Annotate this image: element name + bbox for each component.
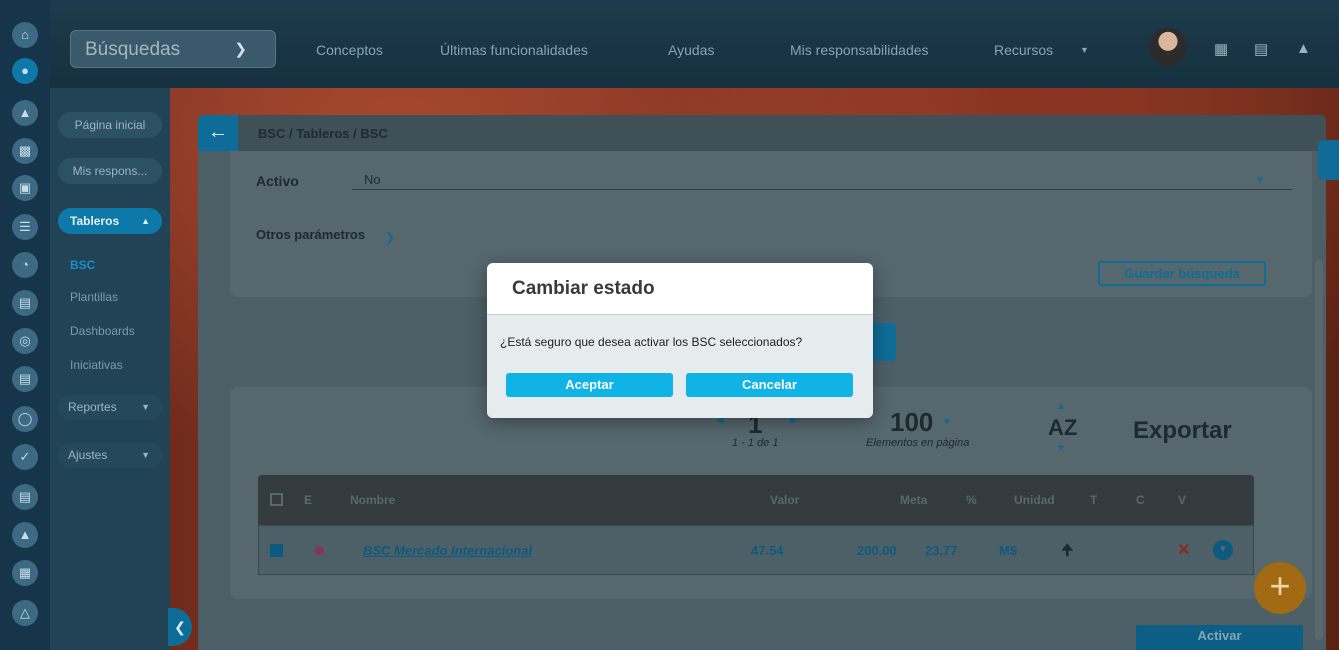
top-bar: Búsquedas ❯ Conceptos Últimas funcionali…: [0, 0, 1339, 88]
table-row[interactable]: BSC Mercado Internacional 47.54 200.00 2…: [258, 525, 1254, 575]
books-icon[interactable]: ▤: [12, 290, 38, 316]
guardar-busqueda-button[interactable]: Guardar búsqueda: [1098, 261, 1266, 286]
close-icon[interactable]: ✕: [1177, 540, 1190, 560]
dropdown-arrow-icon[interactable]: ▼: [1255, 175, 1265, 186]
network-icon[interactable]: △: [12, 600, 38, 626]
page-range: 1 - 1 de 1: [732, 437, 779, 449]
document-icon[interactable]: ▤: [12, 366, 38, 392]
activo-underline: [352, 189, 1292, 190]
back-arrow-icon[interactable]: ←: [198, 115, 238, 151]
sidebar-item-ajustes[interactable]: Ajustes ▼: [58, 442, 162, 468]
breadcrumb: BSC / Tableros / BSC: [258, 126, 388, 141]
sidebar-item-reportes[interactable]: Reportes ▼: [58, 394, 162, 420]
upload-icon[interactable]: ▲: [12, 100, 38, 126]
activar-button[interactable]: Activar: [1136, 625, 1303, 650]
chevron-down-icon: ❯: [234, 41, 247, 58]
breadcrumb-bar: ← BSC / Tableros / BSC: [198, 115, 1326, 151]
nav-ayudas[interactable]: Ayudas: [668, 42, 714, 58]
search-dropdown[interactable]: Búsquedas ❯: [70, 30, 276, 68]
dialog-title: Cambiar estado: [512, 278, 655, 299]
warning-icon[interactable]: ▲: [12, 522, 38, 548]
nav-conceptos[interactable]: Conceptos: [316, 42, 383, 58]
cancelar-button[interactable]: Cancelar: [686, 373, 853, 397]
sidebar-item-mis-responsabilidades[interactable]: Mis respons...: [58, 158, 162, 184]
bar-chart-icon[interactable]: ▩: [12, 138, 38, 164]
dialog-body: ¿Está seguro que desea activar los BSC s…: [487, 315, 873, 418]
calendar-icon[interactable]: ▦: [12, 560, 38, 586]
sidebar-link-plantillas[interactable]: Plantillas: [70, 290, 118, 304]
pie-chart-icon[interactable]: ◔: [12, 252, 38, 278]
chevron-up-icon: ▲: [141, 216, 150, 226]
sidebar: Página inicial Mis respons... Tableros ▲…: [50, 88, 170, 650]
column-pct[interactable]: %: [966, 493, 977, 507]
dropdown-arrow-icon[interactable]: ▼: [942, 417, 952, 428]
calendar-icon[interactable]: ▦: [1214, 40, 1228, 58]
chevron-down-icon: ▼: [141, 450, 150, 460]
cell-pct: 23.77: [925, 543, 958, 558]
column-meta[interactable]: Meta: [900, 493, 927, 507]
column-e: E: [304, 493, 313, 507]
status-dot: [315, 546, 324, 555]
column-v: V: [1178, 493, 1187, 507]
column-c: C: [1136, 493, 1145, 507]
cell-unidad: M$: [999, 543, 1018, 558]
sidebar-link-dashboards[interactable]: Dashboards: [70, 324, 135, 338]
recursos-chevron-icon[interactable]: ▼: [1080, 45, 1089, 55]
per-page-select[interactable]: 100: [890, 407, 933, 438]
nav-recursos[interactable]: Recursos: [994, 42, 1053, 58]
bell-icon[interactable]: ▲: [1296, 40, 1311, 57]
dialog-message: ¿Está seguro que desea activar los BSC s…: [500, 335, 803, 349]
scrollbar[interactable]: [1315, 260, 1323, 640]
target-icon[interactable]: ◎: [12, 328, 38, 354]
select-all-checkbox[interactable]: [270, 493, 283, 506]
trend-up-icon: 🠉: [1061, 542, 1074, 559]
otros-parametros-toggle[interactable]: Otros parámetros: [256, 227, 365, 242]
nav-mis-responsabilidades[interactable]: Mis responsabilidades: [790, 42, 929, 58]
row-checkbox[interactable]: [270, 544, 283, 557]
nav-ultimas-funcionalidades[interactable]: Últimas funcionalidades: [440, 42, 588, 58]
briefcase-icon[interactable]: ▤: [12, 484, 38, 510]
dialog-header: Cambiar estado: [487, 263, 873, 315]
cell-valor: 47.54: [751, 543, 784, 558]
results-card: ◀ 1 ▶ 1 - 1 de 1 100 ▼ Elementos en pági…: [230, 387, 1312, 599]
cycle-icon[interactable]: ◯: [12, 406, 38, 432]
sort-up-icon[interactable]: ▲: [1056, 401, 1066, 412]
sidebar-item-label: Ajustes: [68, 448, 108, 462]
check-icon[interactable]: ✓: [12, 444, 38, 470]
activo-select[interactable]: No: [364, 172, 381, 187]
sort-down-icon[interactable]: ▼: [1056, 443, 1066, 454]
per-page-label: Elementos en página: [866, 437, 970, 449]
search-label: Búsquedas: [85, 39, 181, 60]
sidebar-item-tableros[interactable]: Tableros ▲: [58, 208, 162, 234]
sidebar-link-bsc[interactable]: BSC: [70, 258, 95, 272]
aceptar-button[interactable]: Aceptar: [506, 373, 673, 397]
column-valor[interactable]: Valor: [770, 493, 799, 507]
add-fab-button[interactable]: +: [1254, 562, 1306, 614]
home-icon[interactable]: ⌂: [12, 22, 38, 48]
expand-chevron-icon[interactable]: ▼: [1213, 540, 1233, 560]
monitor-icon[interactable]: ▣: [12, 175, 38, 201]
sidebar-item-label: Reportes: [68, 400, 117, 414]
confirm-dialog: Cambiar estado ¿Está seguro que desea ac…: [487, 263, 873, 418]
column-nombre[interactable]: Nombre: [350, 493, 395, 507]
avatar[interactable]: [1149, 28, 1187, 66]
table-header: E Nombre Valor Meta % Unidad T C V: [258, 475, 1254, 525]
column-t: T: [1090, 493, 1098, 507]
chevron-down-icon[interactable]: ❯: [385, 230, 395, 244]
chevron-down-icon: ▼: [141, 402, 150, 412]
sidebar-link-iniciativas[interactable]: Iniciativas: [70, 358, 123, 372]
sidebar-item-pagina-inicial[interactable]: Página inicial: [58, 112, 162, 138]
sort-az-button[interactable]: AZ: [1048, 415, 1077, 441]
bsc-name-link[interactable]: BSC Mercado Internacional: [363, 543, 532, 558]
list-icon[interactable]: ☰: [12, 214, 38, 240]
books-icon[interactable]: ▤: [1254, 40, 1268, 58]
side-tab[interactable]: [1318, 140, 1339, 180]
trophy-icon[interactable]: ●: [12, 58, 38, 84]
column-unidad[interactable]: Unidad: [1014, 493, 1055, 507]
sidebar-item-label: Tableros: [70, 214, 120, 228]
icon-rail: ⌂ ● ▲ ▩ ▣ ☰ ◔ ▤ ◎ ▤ ◯ ✓ ▤ ▲ ▦ △: [0, 0, 50, 650]
cell-meta: 200.00: [857, 543, 897, 558]
activo-label: Activo: [256, 173, 299, 189]
exportar-button[interactable]: Exportar: [1133, 417, 1232, 445]
